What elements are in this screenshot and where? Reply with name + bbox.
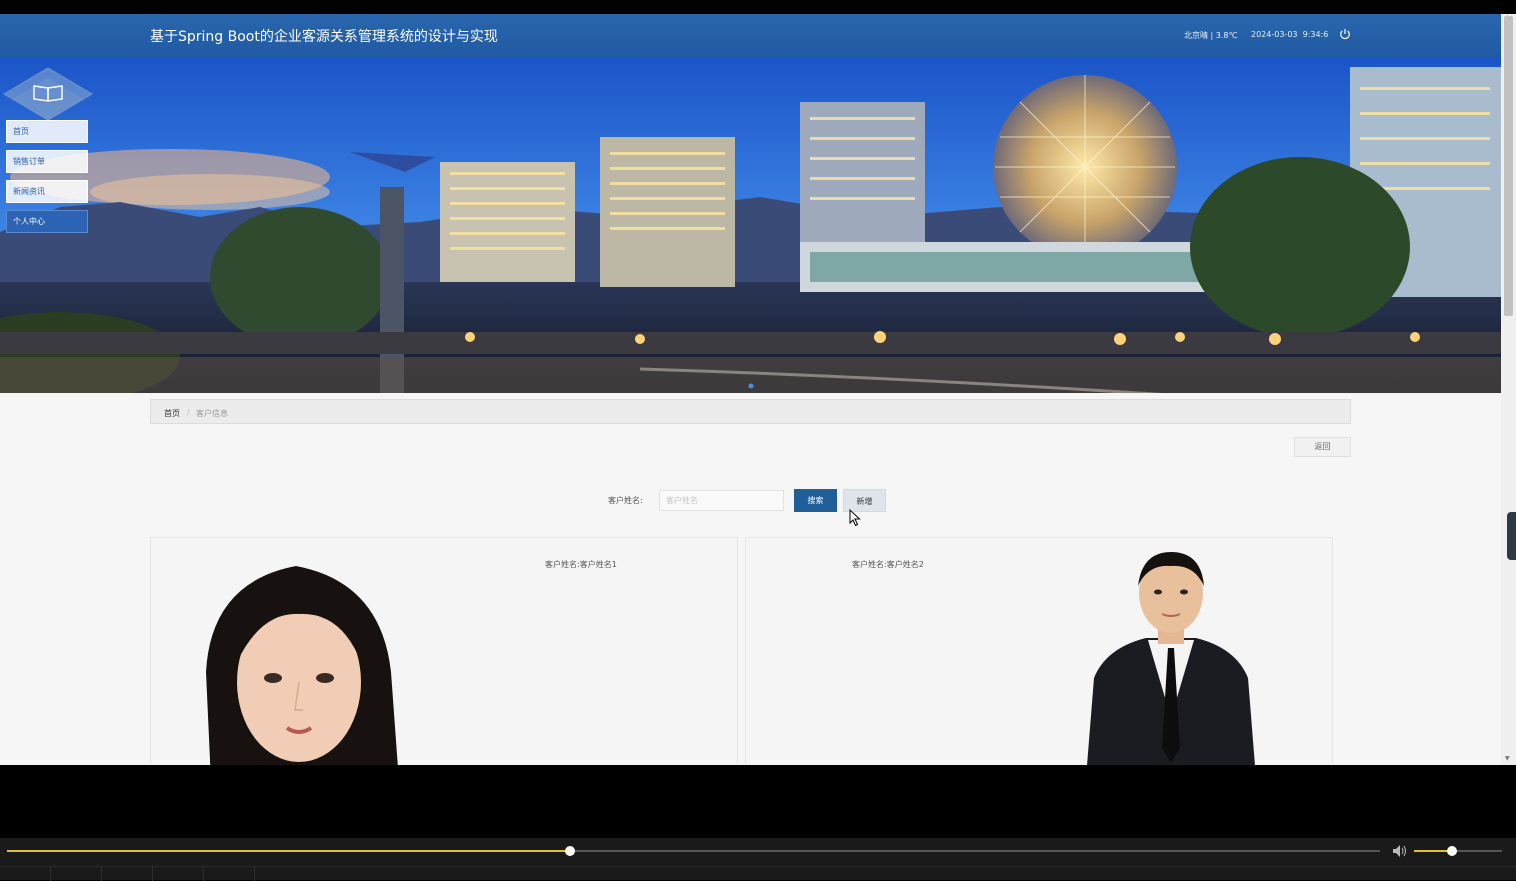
customer-photo bbox=[206, 566, 398, 765]
side-nav: 首页 销售订单 新闻资讯 个人中心 bbox=[6, 120, 88, 240]
back-button[interactable]: 返回 bbox=[1294, 437, 1351, 457]
scroll-down-icon[interactable]: ▼ bbox=[1505, 755, 1510, 762]
playback-progress-handle[interactable] bbox=[564, 846, 575, 856]
customer-name-label: 客户姓名: bbox=[545, 560, 580, 569]
customer-name-value: 客户姓名1 bbox=[579, 560, 617, 569]
nav-item-sales-orders[interactable]: 销售订单 bbox=[6, 150, 88, 173]
volume-handle[interactable] bbox=[1446, 846, 1457, 856]
customer-card[interactable]: 客户姓名:客户姓名1 bbox=[150, 537, 738, 765]
breadcrumb-separator: / bbox=[187, 408, 190, 417]
customer-name-label: 客户姓名: bbox=[852, 560, 887, 569]
player-button[interactable] bbox=[51, 867, 102, 881]
playback-progress-fill bbox=[7, 850, 570, 852]
breadcrumb-home[interactable]: 首页 bbox=[164, 408, 180, 419]
customer-photo bbox=[1087, 552, 1255, 765]
nav-item-home[interactable]: 首页 bbox=[6, 120, 88, 143]
video-player-controls bbox=[0, 838, 1516, 881]
breadcrumb-current: 客户信息 bbox=[196, 409, 228, 418]
power-icon[interactable] bbox=[1338, 27, 1352, 41]
breadcrumb: 首页 / 客户信息 bbox=[150, 399, 1351, 424]
side-drawer-handle[interactable] bbox=[1507, 512, 1516, 560]
player-button[interactable] bbox=[0, 867, 51, 881]
app-page: 基于Spring Boot的企业客源关系管理系统的设计与实现 北京晴 | 3.8… bbox=[0, 14, 1501, 765]
customer-name-value: 客户姓名2 bbox=[886, 560, 924, 569]
current-time: 9:34:6 bbox=[1302, 30, 1329, 39]
nav-item-news[interactable]: 新闻资讯 bbox=[6, 180, 88, 203]
city-night-image bbox=[0, 57, 1501, 393]
page-scrollbar[interactable]: ▲ ▼ bbox=[1501, 14, 1516, 765]
nav-item-personal-center[interactable]: 个人中心 bbox=[6, 210, 88, 233]
search-label: 客户姓名: bbox=[608, 496, 643, 505]
search-button[interactable]: 搜索 bbox=[794, 489, 837, 512]
open-book-icon bbox=[3, 67, 93, 121]
player-button-bar bbox=[0, 866, 1516, 881]
customer-name-text: 客户姓名:客户姓名2 bbox=[852, 559, 924, 570]
top-header: 基于Spring Boot的企业客源关系管理系统的设计与实现 北京晴 | 3.8… bbox=[0, 14, 1501, 57]
banner-carousel bbox=[0, 57, 1501, 393]
customer-card[interactable]: 客户姓名:客户姓名2 bbox=[745, 537, 1333, 765]
player-button[interactable] bbox=[204, 867, 255, 881]
weather-info: 北京晴 | 3.8℃ bbox=[1184, 31, 1238, 40]
player-button[interactable] bbox=[102, 867, 153, 881]
date-time: 2024-03-03 9:34:6 bbox=[1251, 30, 1328, 39]
customer-name-search-input[interactable] bbox=[659, 490, 784, 511]
current-date: 2024-03-03 bbox=[1251, 30, 1298, 39]
mouse-cursor-icon bbox=[849, 509, 861, 527]
scroll-thumb[interactable] bbox=[1504, 16, 1513, 316]
playback-progress-track[interactable] bbox=[7, 850, 1380, 852]
speaker-icon[interactable] bbox=[1392, 844, 1408, 858]
customer-name-text: 客户姓名:客户姓名1 bbox=[545, 559, 617, 570]
volume-track[interactable] bbox=[1414, 850, 1502, 852]
site-title: 基于Spring Boot的企业客源关系管理系统的设计与实现 bbox=[150, 29, 498, 45]
player-button[interactable] bbox=[153, 867, 204, 881]
